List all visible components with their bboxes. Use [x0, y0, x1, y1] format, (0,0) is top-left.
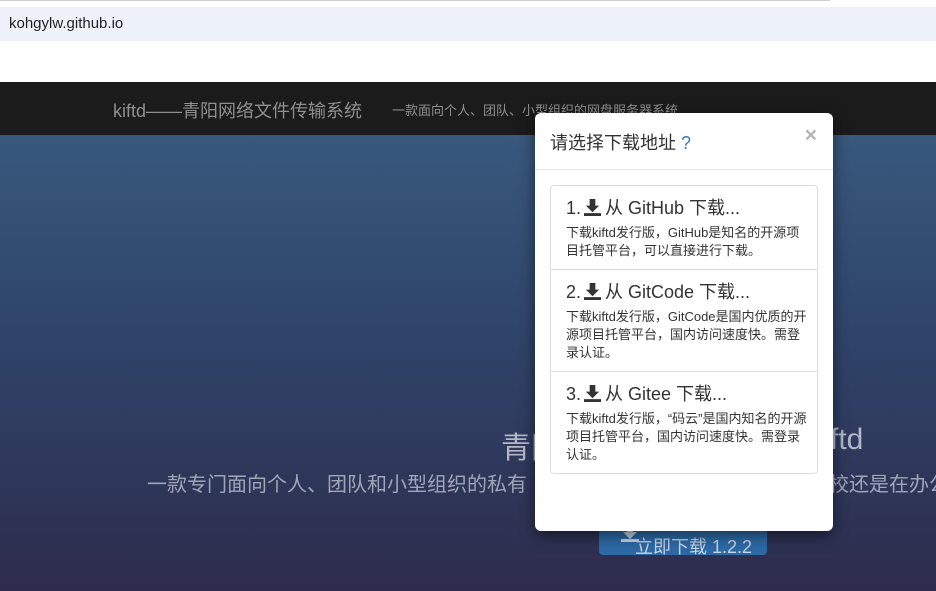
download-options-list: 1. 从 GitHub 下载... 下载kiftd发行版，GitHub是知名的开源…: [550, 185, 818, 474]
download-option-github[interactable]: 1. 从 GitHub 下载... 下载kiftd发行版，GitHub是知名的开源…: [550, 185, 818, 270]
download-now-label: 立即下载 1.2.2: [635, 537, 753, 557]
close-button[interactable]: ×: [805, 125, 817, 146]
download-icon: [584, 283, 602, 300]
address-bar[interactable]: kohgylw.github.io: [0, 7, 936, 41]
download-icon: [584, 385, 602, 402]
option-heading: 2. 从 GitCode 下载...: [566, 281, 807, 303]
option-label: 从 Gitee 下载...: [605, 384, 728, 404]
browser-top-strip: [0, 0, 936, 7]
modal-title: 请选择下载地址 ?: [550, 129, 691, 155]
option-label: 从 GitHub 下载...: [605, 198, 741, 218]
option-heading: 1. 从 GitHub 下载...: [566, 197, 807, 219]
option-number: 2.: [566, 282, 582, 302]
option-number: 1.: [566, 198, 582, 218]
option-label: 从 GitCode 下载...: [605, 282, 751, 302]
hero-title-right: ftd: [830, 423, 864, 456]
option-description: 下载kiftd发行版，“码云”是国内知名的开源项目托管平台，国内访问速度快。需登…: [566, 411, 807, 462]
option-heading: 3. 从 Gitee 下载...: [566, 383, 807, 405]
browser-toolbar-gap: [0, 41, 936, 82]
tab-divider: [0, 0, 830, 1]
download-icon: [584, 199, 602, 216]
navbar-brand[interactable]: kiftd——青阳网络文件传输系统: [113, 97, 362, 123]
modal-title-text: 请选择下载地址: [550, 133, 676, 153]
download-modal: 请选择下载地址 ? × 1. 从 GitHub 下载... 下载kiftd发行版，…: [535, 113, 833, 531]
download-option-gitcode[interactable]: 2. 从 GitCode 下载... 下载kiftd发行版，GitCode是国内优…: [550, 269, 818, 372]
url-text[interactable]: kohgylw.github.io: [9, 15, 123, 32]
modal-header: 请选择下载地址 ? ×: [535, 113, 833, 170]
download-option-gitee[interactable]: 3. 从 Gitee 下载... 下载kiftd发行版，“码云”是国内知名的开源项…: [550, 371, 818, 474]
option-description: 下载kiftd发行版，GitCode是国内优质的开源项目托管平台，国内访问速度快…: [566, 309, 807, 360]
hero-subtitle-left: 一款专门面向个人、团队和小型组织的私有: [147, 474, 527, 496]
help-icon[interactable]: ?: [681, 133, 691, 153]
option-description: 下载kiftd发行版，GitHub是知名的开源项目托管平台，可以直接进行下载。: [566, 225, 800, 258]
hero-subtitle-right: 校还是在办公: [829, 474, 936, 496]
option-number: 3.: [566, 384, 582, 404]
